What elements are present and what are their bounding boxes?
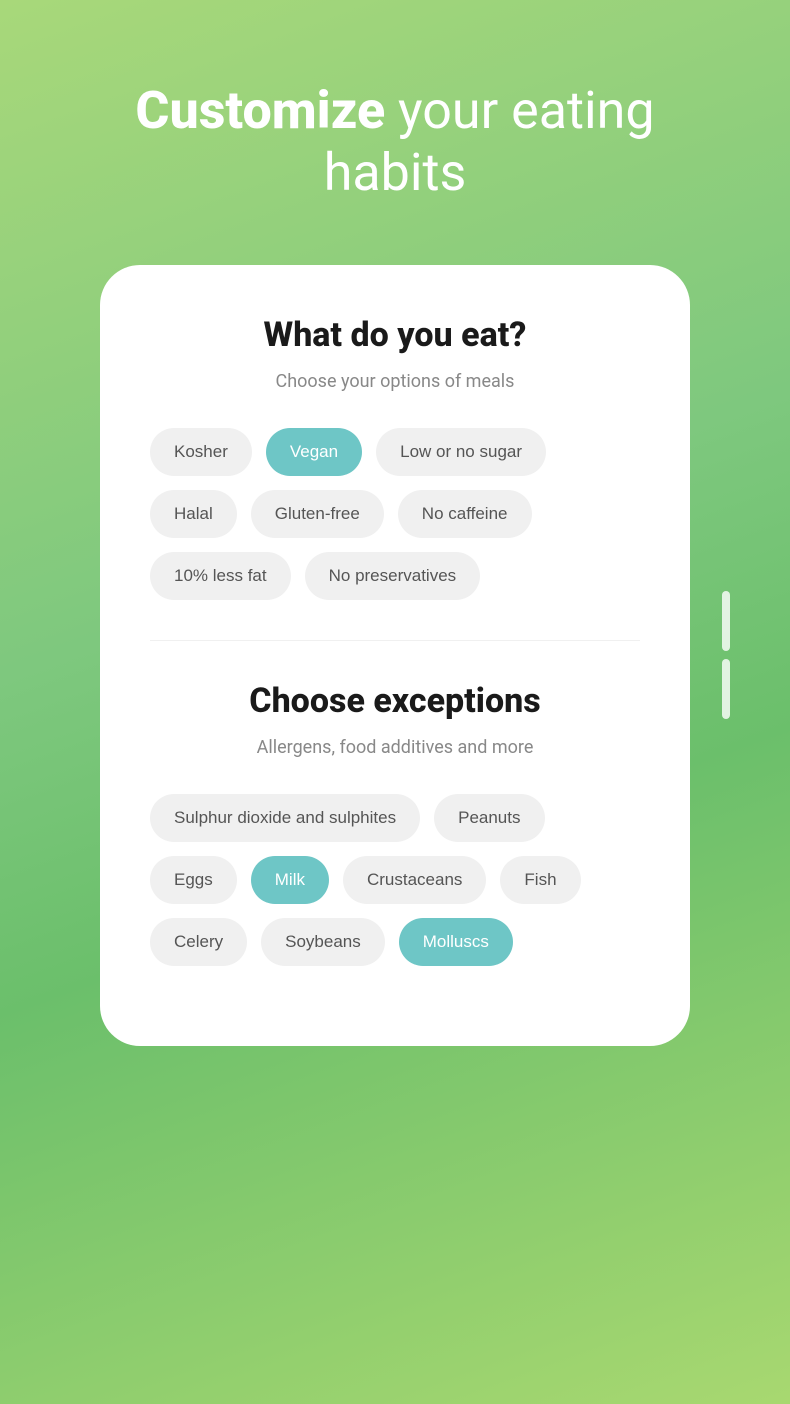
meal-options-chips: Kosher Vegan Low or no sugar Halal Gluten-fr…: [150, 428, 640, 600]
section2-title: Choose exceptions: [150, 681, 640, 721]
chip-kosher[interactable]: Kosher: [150, 428, 252, 476]
chip-celery[interactable]: Celery: [150, 918, 247, 966]
scrollbar-indicator: [722, 591, 730, 719]
chip-low-sugar[interactable]: Low or no sugar: [376, 428, 546, 476]
chip-molluscs[interactable]: Molluscs: [399, 918, 513, 966]
chip-eggs[interactable]: Eggs: [150, 856, 237, 904]
exceptions-chips: Sulphur dioxide and sulphites Peanuts Eggs…: [150, 794, 640, 966]
section1-title: What do you eat?: [150, 315, 640, 355]
chip-crustaceans[interactable]: Crustaceans: [343, 856, 486, 904]
chip-less-fat[interactable]: 10% less fat: [150, 552, 291, 600]
chip-peanuts[interactable]: Peanuts: [434, 794, 544, 842]
chip-gluten-free[interactable]: Gluten-free: [251, 490, 384, 538]
main-card: What do you eat? Choose your options of …: [100, 265, 690, 1046]
chip-milk[interactable]: Milk: [251, 856, 329, 904]
chip-fish[interactable]: Fish: [500, 856, 580, 904]
chip-sulphur[interactable]: Sulphur dioxide and sulphites: [150, 794, 420, 842]
scrollbar-bar-1: [722, 591, 730, 651]
chip-no-caffeine[interactable]: No caffeine: [398, 490, 532, 538]
scrollbar-bar-2: [722, 659, 730, 719]
page-title: Customize your eating habits: [0, 80, 790, 205]
chip-soybeans[interactable]: Soybeans: [261, 918, 385, 966]
section1-subtitle: Choose your options of meals: [150, 371, 640, 392]
chip-vegan[interactable]: Vegan: [266, 428, 362, 476]
chip-halal[interactable]: Halal: [150, 490, 237, 538]
section2-subtitle: Allergens, food additives and more: [150, 737, 640, 758]
chip-no-preservatives[interactable]: No preservatives: [305, 552, 481, 600]
section-divider: [150, 640, 640, 641]
